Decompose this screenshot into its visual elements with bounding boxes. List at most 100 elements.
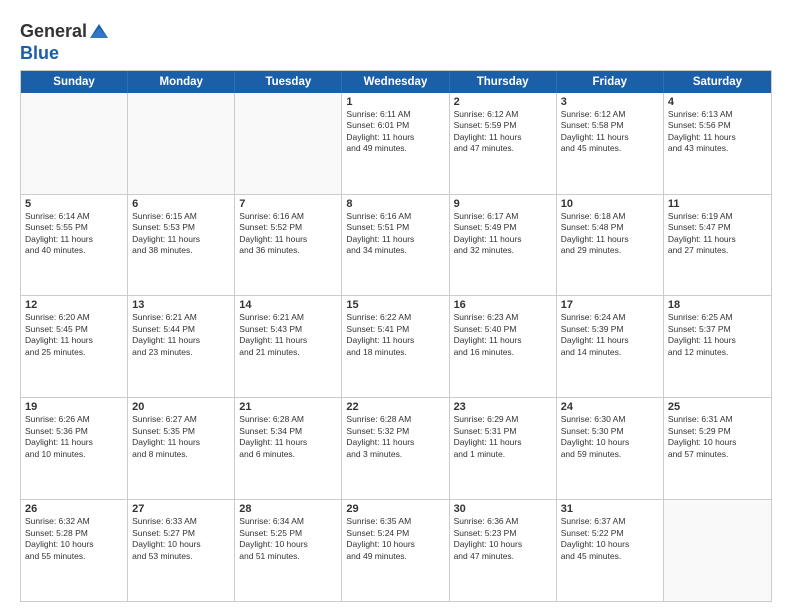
day-cell-13: 13Sunrise: 6:21 AM Sunset: 5:44 PM Dayli… bbox=[128, 296, 235, 397]
day-number: 16 bbox=[454, 299, 552, 311]
day-info: Sunrise: 6:22 AM Sunset: 5:41 PM Dayligh… bbox=[346, 312, 444, 358]
weekday-header-saturday: Saturday bbox=[664, 71, 771, 93]
day-cell-21: 21Sunrise: 6:28 AM Sunset: 5:34 PM Dayli… bbox=[235, 398, 342, 499]
day-info: Sunrise: 6:37 AM Sunset: 5:22 PM Dayligh… bbox=[561, 516, 659, 562]
day-cell-31: 31Sunrise: 6:37 AM Sunset: 5:22 PM Dayli… bbox=[557, 500, 664, 601]
day-info: Sunrise: 6:36 AM Sunset: 5:23 PM Dayligh… bbox=[454, 516, 552, 562]
day-cell-30: 30Sunrise: 6:36 AM Sunset: 5:23 PM Dayli… bbox=[450, 500, 557, 601]
day-cell-4: 4Sunrise: 6:13 AM Sunset: 5:56 PM Daylig… bbox=[664, 93, 771, 194]
day-info: Sunrise: 6:15 AM Sunset: 5:53 PM Dayligh… bbox=[132, 211, 230, 257]
day-info: Sunrise: 6:18 AM Sunset: 5:48 PM Dayligh… bbox=[561, 211, 659, 257]
day-cell-9: 9Sunrise: 6:17 AM Sunset: 5:49 PM Daylig… bbox=[450, 195, 557, 296]
day-cell-12: 12Sunrise: 6:20 AM Sunset: 5:45 PM Dayli… bbox=[21, 296, 128, 397]
logo-blue: Blue bbox=[20, 43, 59, 63]
day-info: Sunrise: 6:32 AM Sunset: 5:28 PM Dayligh… bbox=[25, 516, 123, 562]
calendar-row-0: 1Sunrise: 6:11 AM Sunset: 6:01 PM Daylig… bbox=[21, 93, 771, 194]
day-number: 22 bbox=[346, 401, 444, 413]
day-cell-2: 2Sunrise: 6:12 AM Sunset: 5:59 PM Daylig… bbox=[450, 93, 557, 194]
day-info: Sunrise: 6:34 AM Sunset: 5:25 PM Dayligh… bbox=[239, 516, 337, 562]
day-info: Sunrise: 6:19 AM Sunset: 5:47 PM Dayligh… bbox=[668, 211, 767, 257]
day-info: Sunrise: 6:13 AM Sunset: 5:56 PM Dayligh… bbox=[668, 109, 767, 155]
day-number: 31 bbox=[561, 503, 659, 515]
weekday-header-thursday: Thursday bbox=[450, 71, 557, 93]
day-number: 9 bbox=[454, 198, 552, 210]
day-info: Sunrise: 6:12 AM Sunset: 5:58 PM Dayligh… bbox=[561, 109, 659, 155]
empty-cell-0-2 bbox=[235, 93, 342, 194]
weekday-header-friday: Friday bbox=[557, 71, 664, 93]
day-number: 2 bbox=[454, 96, 552, 108]
day-number: 18 bbox=[668, 299, 767, 311]
day-info: Sunrise: 6:25 AM Sunset: 5:37 PM Dayligh… bbox=[668, 312, 767, 358]
empty-cell-0-1 bbox=[128, 93, 235, 194]
day-cell-26: 26Sunrise: 6:32 AM Sunset: 5:28 PM Dayli… bbox=[21, 500, 128, 601]
day-number: 15 bbox=[346, 299, 444, 311]
day-cell-5: 5Sunrise: 6:14 AM Sunset: 5:55 PM Daylig… bbox=[21, 195, 128, 296]
day-cell-28: 28Sunrise: 6:34 AM Sunset: 5:25 PM Dayli… bbox=[235, 500, 342, 601]
calendar-header: SundayMondayTuesdayWednesdayThursdayFrid… bbox=[21, 71, 771, 93]
day-number: 6 bbox=[132, 198, 230, 210]
day-number: 28 bbox=[239, 503, 337, 515]
day-number: 24 bbox=[561, 401, 659, 413]
day-number: 11 bbox=[668, 198, 767, 210]
weekday-header-monday: Monday bbox=[128, 71, 235, 93]
day-number: 23 bbox=[454, 401, 552, 413]
day-number: 27 bbox=[132, 503, 230, 515]
day-cell-17: 17Sunrise: 6:24 AM Sunset: 5:39 PM Dayli… bbox=[557, 296, 664, 397]
day-cell-16: 16Sunrise: 6:23 AM Sunset: 5:40 PM Dayli… bbox=[450, 296, 557, 397]
day-cell-15: 15Sunrise: 6:22 AM Sunset: 5:41 PM Dayli… bbox=[342, 296, 449, 397]
day-cell-27: 27Sunrise: 6:33 AM Sunset: 5:27 PM Dayli… bbox=[128, 500, 235, 601]
logo-general: General bbox=[20, 21, 87, 41]
day-info: Sunrise: 6:21 AM Sunset: 5:43 PM Dayligh… bbox=[239, 312, 337, 358]
day-cell-22: 22Sunrise: 6:28 AM Sunset: 5:32 PM Dayli… bbox=[342, 398, 449, 499]
day-number: 25 bbox=[668, 401, 767, 413]
day-info: Sunrise: 6:29 AM Sunset: 5:31 PM Dayligh… bbox=[454, 414, 552, 460]
day-info: Sunrise: 6:21 AM Sunset: 5:44 PM Dayligh… bbox=[132, 312, 230, 358]
day-info: Sunrise: 6:23 AM Sunset: 5:40 PM Dayligh… bbox=[454, 312, 552, 358]
day-info: Sunrise: 6:24 AM Sunset: 5:39 PM Dayligh… bbox=[561, 312, 659, 358]
calendar-row-4: 26Sunrise: 6:32 AM Sunset: 5:28 PM Dayli… bbox=[21, 499, 771, 601]
day-info: Sunrise: 6:17 AM Sunset: 5:49 PM Dayligh… bbox=[454, 211, 552, 257]
day-number: 26 bbox=[25, 503, 123, 515]
day-cell-19: 19Sunrise: 6:26 AM Sunset: 5:36 PM Dayli… bbox=[21, 398, 128, 499]
logo: General Blue bbox=[20, 20, 110, 64]
calendar-row-1: 5Sunrise: 6:14 AM Sunset: 5:55 PM Daylig… bbox=[21, 194, 771, 296]
day-info: Sunrise: 6:31 AM Sunset: 5:29 PM Dayligh… bbox=[668, 414, 767, 460]
day-cell-8: 8Sunrise: 6:16 AM Sunset: 5:51 PM Daylig… bbox=[342, 195, 449, 296]
header: General Blue bbox=[20, 16, 772, 64]
day-number: 29 bbox=[346, 503, 444, 515]
day-cell-1: 1Sunrise: 6:11 AM Sunset: 6:01 PM Daylig… bbox=[342, 93, 449, 194]
weekday-header-wednesday: Wednesday bbox=[342, 71, 449, 93]
day-cell-20: 20Sunrise: 6:27 AM Sunset: 5:35 PM Dayli… bbox=[128, 398, 235, 499]
empty-cell-0-0 bbox=[21, 93, 128, 194]
day-number: 30 bbox=[454, 503, 552, 515]
day-cell-24: 24Sunrise: 6:30 AM Sunset: 5:30 PM Dayli… bbox=[557, 398, 664, 499]
day-cell-18: 18Sunrise: 6:25 AM Sunset: 5:37 PM Dayli… bbox=[664, 296, 771, 397]
day-info: Sunrise: 6:35 AM Sunset: 5:24 PM Dayligh… bbox=[346, 516, 444, 562]
day-number: 17 bbox=[561, 299, 659, 311]
day-cell-11: 11Sunrise: 6:19 AM Sunset: 5:47 PM Dayli… bbox=[664, 195, 771, 296]
day-number: 5 bbox=[25, 198, 123, 210]
weekday-header-sunday: Sunday bbox=[21, 71, 128, 93]
day-number: 1 bbox=[346, 96, 444, 108]
day-info: Sunrise: 6:26 AM Sunset: 5:36 PM Dayligh… bbox=[25, 414, 123, 460]
day-number: 4 bbox=[668, 96, 767, 108]
day-info: Sunrise: 6:12 AM Sunset: 5:59 PM Dayligh… bbox=[454, 109, 552, 155]
day-info: Sunrise: 6:16 AM Sunset: 5:51 PM Dayligh… bbox=[346, 211, 444, 257]
calendar-row-2: 12Sunrise: 6:20 AM Sunset: 5:45 PM Dayli… bbox=[21, 295, 771, 397]
day-info: Sunrise: 6:28 AM Sunset: 5:32 PM Dayligh… bbox=[346, 414, 444, 460]
day-number: 19 bbox=[25, 401, 123, 413]
day-number: 21 bbox=[239, 401, 337, 413]
calendar-body: 1Sunrise: 6:11 AM Sunset: 6:01 PM Daylig… bbox=[21, 93, 771, 601]
day-info: Sunrise: 6:27 AM Sunset: 5:35 PM Dayligh… bbox=[132, 414, 230, 460]
day-number: 14 bbox=[239, 299, 337, 311]
day-number: 10 bbox=[561, 198, 659, 210]
day-info: Sunrise: 6:28 AM Sunset: 5:34 PM Dayligh… bbox=[239, 414, 337, 460]
day-number: 7 bbox=[239, 198, 337, 210]
day-number: 13 bbox=[132, 299, 230, 311]
day-info: Sunrise: 6:30 AM Sunset: 5:30 PM Dayligh… bbox=[561, 414, 659, 460]
calendar-row-3: 19Sunrise: 6:26 AM Sunset: 5:36 PM Dayli… bbox=[21, 397, 771, 499]
weekday-header-tuesday: Tuesday bbox=[235, 71, 342, 93]
day-number: 3 bbox=[561, 96, 659, 108]
logo-icon bbox=[88, 20, 110, 42]
day-cell-14: 14Sunrise: 6:21 AM Sunset: 5:43 PM Dayli… bbox=[235, 296, 342, 397]
